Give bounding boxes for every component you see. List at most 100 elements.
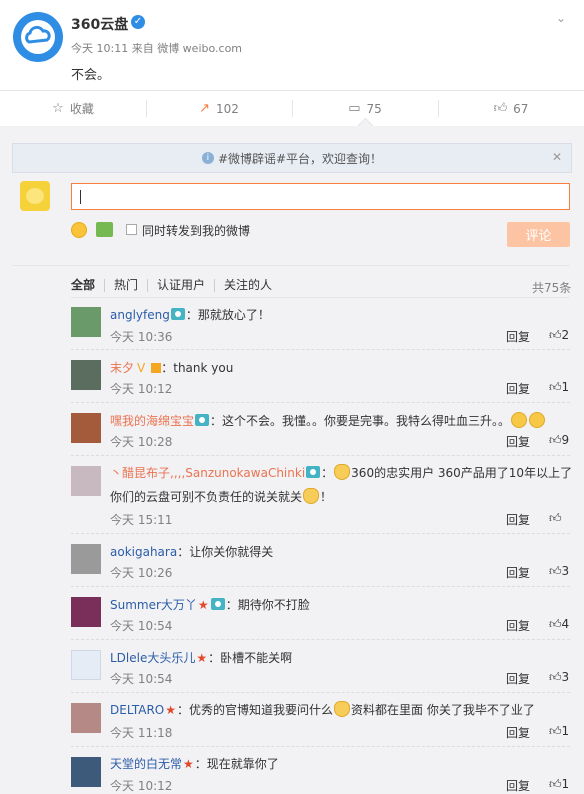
repost-icon: ↗: [199, 101, 210, 116]
comment-time: 今天 15:11: [110, 513, 173, 527]
commenter-name[interactable]: 天堂的白无常: [110, 757, 182, 771]
like-count: 2: [561, 328, 570, 342]
comment-filter-tabs: 全部 热门 认证用户 关注的人: [71, 279, 281, 292]
comment-time: 今天 11:18: [110, 726, 173, 740]
divider: [71, 349, 570, 350]
repost-checkbox-label: 同时转发到我的微博: [142, 224, 251, 238]
like-count: 67: [513, 101, 529, 116]
emoji-icon[interactable]: [71, 222, 87, 238]
comment-text: ：现在就靠你了: [194, 757, 279, 771]
list-item: aokigahara：让你关你就得关: [110, 543, 273, 560]
thumbs-up-icon: 👍︎: [549, 617, 562, 631]
submit-comment-button[interactable]: 评论: [507, 222, 570, 247]
comment-text: ：这个不会。我懂。。你要是完事。我特么得吐血三升。。: [210, 414, 511, 428]
thumbs-up-icon: 👍︎: [549, 511, 562, 525]
divider: [71, 639, 570, 640]
thumbs-up-icon: 👍︎: [549, 670, 562, 684]
like-count: 1: [561, 777, 570, 791]
commenter-name[interactable]: LDlele大头乐儿: [110, 651, 195, 665]
tab-all[interactable]: 全部: [71, 279, 104, 292]
reply-button[interactable]: 回复: [506, 328, 530, 345]
like-button[interactable]: 👍︎ 67: [438, 91, 584, 126]
comment-like-button[interactable]: 👍︎3: [549, 670, 569, 685]
thumbs-up-icon: 👍︎: [549, 724, 562, 738]
reply-button[interactable]: 回复: [506, 433, 530, 450]
comment-like-button[interactable]: 👍︎3: [549, 564, 569, 579]
commenter-avatar[interactable]: [71, 466, 101, 496]
commenter-name[interactable]: DELTARO: [110, 703, 164, 717]
comment-text: ：让你关你就得关: [177, 545, 274, 559]
tab-verified[interactable]: 认证用户: [147, 279, 214, 292]
commenter-avatar[interactable]: [71, 757, 101, 787]
reply-button[interactable]: 回复: [506, 511, 530, 528]
star-badge-icon: ★: [183, 757, 194, 771]
favorite-label: 收藏: [69, 102, 94, 116]
comment-text-line2: 你们的云盘可别不负责任的说关就关 ！: [110, 488, 332, 505]
comment-text: ：优秀的官博知道我要问什么: [177, 703, 334, 717]
rumor-notice[interactable]: i #微博辟谣#平台，欢迎查询！: [12, 143, 572, 173]
commenter-name[interactable]: Summer大万丫: [110, 598, 197, 612]
list-item: 嘿我的海绵宝宝 ：这个不会。我懂。。你要是完事。我特么得吐血三升。。: [110, 412, 546, 429]
commenter-name[interactable]: 末夕: [110, 361, 134, 375]
comment-text: ！: [320, 490, 333, 504]
favorite-button[interactable]: ☆ 收藏: [0, 91, 146, 126]
commenter-avatar[interactable]: [71, 703, 101, 733]
comment-text: 360的忠实用户 360产品用了10年以上了: [351, 466, 573, 480]
author-avatar[interactable]: [13, 12, 63, 62]
commenter-avatar[interactable]: [71, 597, 101, 627]
reply-button[interactable]: 回复: [506, 564, 530, 581]
like-count: 1: [561, 724, 570, 738]
commenter-avatar[interactable]: [71, 360, 101, 390]
commenter-avatar[interactable]: [71, 544, 101, 574]
like-count: 9: [561, 433, 570, 447]
comment-text: ：期待你不打脸: [225, 598, 310, 612]
chevron-down-icon[interactable]: ⌄: [556, 11, 566, 25]
comment-like-button[interactable]: 👍︎1: [549, 777, 569, 792]
camera-badge-icon: [195, 414, 210, 426]
comment-icon: ▭: [348, 101, 361, 116]
list-item: anglyfeng ：那就放心了！: [110, 306, 270, 323]
commenter-name[interactable]: aokigahara: [110, 545, 177, 559]
comment-input[interactable]: [71, 183, 570, 210]
camera-badge-icon: [306, 466, 321, 478]
thumbs-up-icon: 👍︎: [493, 101, 508, 116]
author-name[interactable]: 360云盘: [71, 14, 128, 34]
divider: [71, 746, 570, 747]
tab-following[interactable]: 关注的人: [214, 279, 281, 292]
verified-badge-icon: ✓: [131, 15, 145, 29]
comment-like-button[interactable]: 👍︎1: [549, 380, 569, 395]
reply-button[interactable]: 回复: [506, 670, 530, 687]
commenter-name[interactable]: anglyfeng: [110, 308, 170, 322]
commenter-avatar[interactable]: [71, 307, 101, 337]
list-item: 末夕 V ：thank you: [110, 359, 233, 376]
comment-like-button[interactable]: 👍︎4: [549, 617, 569, 632]
like-count: 3: [561, 670, 570, 684]
commenter-avatar[interactable]: [71, 650, 101, 680]
thumbs-up-icon: 👍︎: [549, 777, 562, 791]
comment-total: 共75条: [532, 281, 572, 295]
commenter-name[interactable]: 丶醋昆布子,,,,SanzunokawaChinki: [110, 466, 305, 480]
post-text: 不会。: [71, 68, 111, 83]
reply-button[interactable]: 回复: [506, 777, 530, 794]
doge-emoji-icon: [334, 701, 351, 717]
comment-time: 今天 10:26: [110, 566, 173, 580]
comment-like-button[interactable]: 👍︎2: [549, 328, 569, 343]
thumbs-up-icon: 👍︎: [549, 380, 562, 394]
repost-button[interactable]: ↗ 102: [146, 91, 292, 126]
reply-button[interactable]: 回复: [506, 724, 530, 741]
reply-button[interactable]: 回复: [506, 380, 530, 397]
comment-text: ：那就放心了！: [185, 308, 270, 322]
comment-like-button[interactable]: 👍︎9: [549, 433, 569, 448]
commenter-avatar[interactable]: [71, 413, 101, 443]
reply-button[interactable]: 回复: [506, 617, 530, 634]
comment-like-button[interactable]: 👍︎: [549, 511, 562, 526]
image-icon[interactable]: [96, 222, 113, 237]
tab-hot[interactable]: 热门: [104, 279, 147, 292]
comment-like-button[interactable]: 👍︎1: [549, 724, 569, 739]
like-count: 3: [561, 564, 570, 578]
list-item: LDlele大头乐儿★：卧槽不能关啊: [110, 649, 292, 666]
doge-emoji-icon: [334, 464, 351, 480]
commenter-name[interactable]: 嘿我的海绵宝宝: [110, 414, 194, 428]
repost-checkbox[interactable]: [126, 224, 137, 235]
close-icon[interactable]: ✕: [552, 150, 562, 164]
